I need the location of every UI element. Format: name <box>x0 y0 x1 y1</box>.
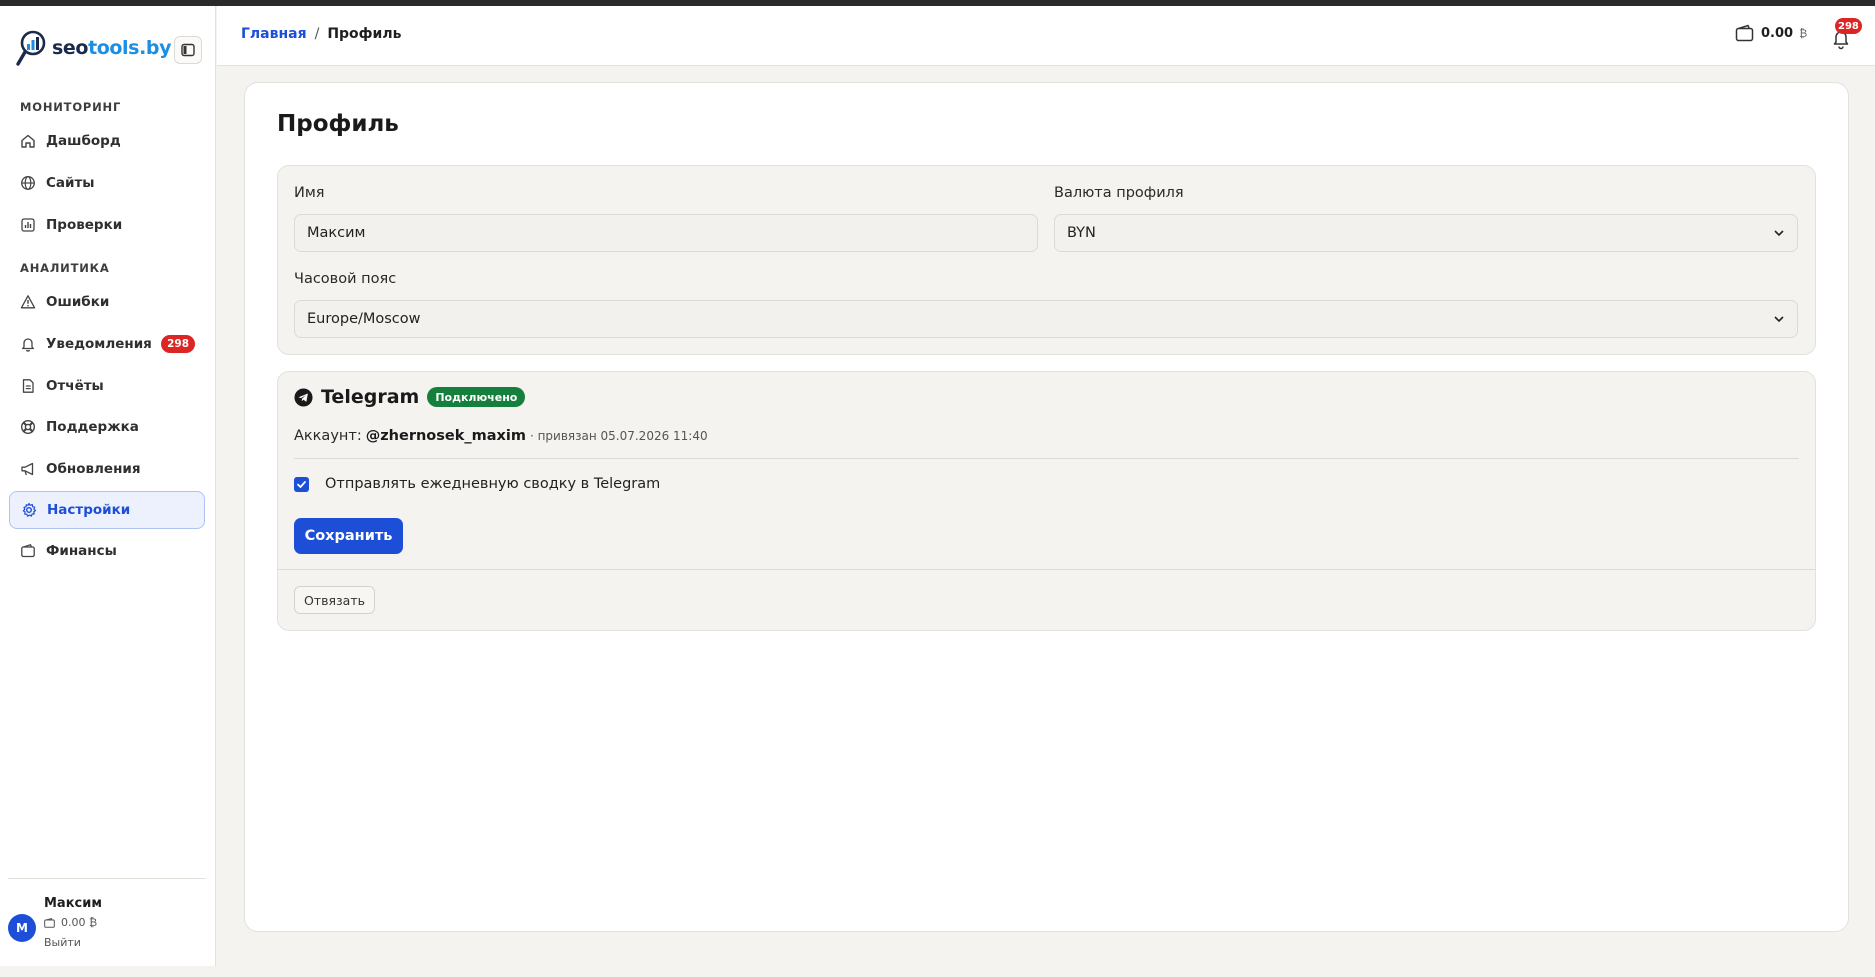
lifebuoy-icon <box>20 419 36 435</box>
daily-summary-option: Отправлять ежедневную сводку в Telegram <box>294 476 660 492</box>
sidebar-item-label: Уведомления <box>46 336 152 352</box>
check-icon <box>297 480 306 488</box>
sidebar-item-label: Дашборд <box>46 133 121 149</box>
logo-row: seotools.by <box>16 28 206 72</box>
name-input-value: Максим <box>307 225 366 241</box>
avatar[interactable]: M <box>8 914 36 942</box>
home-icon <box>20 133 36 149</box>
sidebar-item-label: Настройки <box>47 502 131 518</box>
currency-symbol: ₿ <box>1799 26 1808 40</box>
currency-select[interactable]: BYN <box>1054 214 1798 252</box>
sidebar-item-label: Финансы <box>46 543 117 559</box>
name-label: Имя <box>294 185 325 201</box>
telegram-panel: Telegram Подключено Аккаунт: @zhernosek_… <box>277 371 1816 631</box>
telegram-icon <box>294 387 313 407</box>
account-handle: @zhernosek_maxim <box>365 428 526 444</box>
section-title-analytics: АНАЛИТИКА <box>20 261 110 275</box>
sidebar-item-label: Ошибки <box>46 294 110 310</box>
globe-icon <box>20 175 36 191</box>
sidebar-item-reports[interactable]: Отчёты <box>9 367 205 405</box>
user-name: Максим <box>44 896 102 911</box>
save-button[interactable]: Сохранить <box>294 518 403 554</box>
gear-icon <box>21 502 37 518</box>
timezone-select[interactable]: Europe/Moscow <box>294 300 1798 338</box>
breadcrumb-separator: / <box>314 26 320 42</box>
currency-label: Валюта профиля <box>1054 185 1184 201</box>
currency-select-value: BYN <box>1067 225 1096 241</box>
profile-card: Профиль Имя Максим Валюта профиля BYN Ча… <box>244 82 1849 932</box>
sidebar: seotools.by МОНИТОРИНГ Дашборд Сайты Про… <box>0 6 216 966</box>
sidebar-item-label: Сайты <box>46 175 95 191</box>
top-header: Главная / Профиль 0.00 ₿ 298 <box>217 6 1875 66</box>
timezone-label: Часовой пояс <box>294 271 397 287</box>
header-notifications-badge: 298 <box>1835 18 1862 34</box>
brand-logo[interactable]: seotools.by <box>16 28 171 68</box>
breadcrumb: Главная / Профиль <box>241 26 401 42</box>
status-badge: Подключено <box>427 387 526 407</box>
account-label: Аккаунт: <box>294 428 362 444</box>
sidebar-item-updates[interactable]: Обновления <box>9 450 205 488</box>
wallet-icon <box>1735 24 1754 42</box>
profile-settings-panel: Имя Максим Валюта профиля BYN Часовой по… <box>277 165 1816 355</box>
sidebar-item-notifications[interactable]: Уведомления 298 <box>9 325 205 363</box>
sidebar-item-label: Проверки <box>46 217 123 233</box>
warning-icon <box>20 294 36 310</box>
sidebar-toggle-button[interactable] <box>174 36 202 64</box>
name-input[interactable]: Максим <box>294 214 1038 252</box>
breadcrumb-home-link[interactable]: Главная <box>241 26 307 42</box>
telegram-title: Telegram <box>321 386 420 408</box>
bell-icon <box>20 336 36 352</box>
sidebar-item-settings[interactable]: Настройки <box>9 491 205 529</box>
wallet-icon <box>44 917 55 928</box>
sidebar-item-checks[interactable]: Проверки <box>9 206 205 244</box>
daily-summary-label[interactable]: Отправлять ежедневную сводку в Telegram <box>325 476 660 492</box>
sidebar-item-label: Отчёты <box>46 378 104 394</box>
unlink-telegram-button[interactable]: Отвязать <box>294 586 375 614</box>
timezone-select-value: Europe/Moscow <box>307 311 421 327</box>
account-linked-date: · привязан 05.07.2026 11:40 <box>529 429 708 443</box>
megaphone-icon <box>20 461 36 477</box>
logo-text-tools: tools.by <box>88 37 172 59</box>
telegram-divider <box>294 458 1799 459</box>
section-title-monitoring: МОНИТОРИНГ <box>20 100 122 114</box>
chevron-down-icon <box>1774 230 1784 237</box>
sidebar-item-sites[interactable]: Сайты <box>9 164 205 202</box>
logout-link[interactable]: Выйти <box>44 936 81 949</box>
breadcrumb-current: Профиль <box>327 26 402 42</box>
sidebar-item-dashboard[interactable]: Дашборд <box>9 122 205 160</box>
wallet-icon <box>20 543 36 559</box>
sidebar-divider <box>8 878 206 879</box>
magnifier-chart-icon <box>16 28 52 68</box>
telegram-account-line: Аккаунт: @zhernosek_maxim · привязан 05.… <box>294 428 708 444</box>
sidebar-item-label: Обновления <box>46 461 141 477</box>
header-wallet-balance[interactable]: 0.00 ₿ <box>1735 24 1807 42</box>
page-title: Профиль <box>277 111 399 137</box>
sidebar-panel-icon <box>181 43 195 57</box>
daily-summary-checkbox[interactable] <box>294 476 309 492</box>
wallet-amount: 0.00 <box>1761 25 1794 41</box>
telegram-header: Telegram Подключено <box>294 386 526 408</box>
sidebar-item-label: Поддержка <box>46 419 139 435</box>
user-balance-value: 0.00 ₿ <box>61 916 98 929</box>
chevron-down-icon <box>1774 316 1784 323</box>
user-block: M Максим 0.00 ₿ Выйти <box>8 890 206 960</box>
user-balance: 0.00 ₿ <box>44 916 97 929</box>
document-icon <box>20 378 36 394</box>
sidebar-item-support[interactable]: Поддержка <box>9 408 205 446</box>
telegram-footer-divider <box>278 569 1815 570</box>
logo-text-seo: seo <box>52 37 89 59</box>
sidebar-item-errors[interactable]: Ошибки <box>9 283 205 321</box>
sidebar-item-finance[interactable]: Финансы <box>9 532 205 570</box>
notifications-count-badge: 298 <box>161 335 195 353</box>
chart-icon <box>20 217 36 233</box>
header-notifications-button[interactable]: 298 <box>1829 18 1862 50</box>
